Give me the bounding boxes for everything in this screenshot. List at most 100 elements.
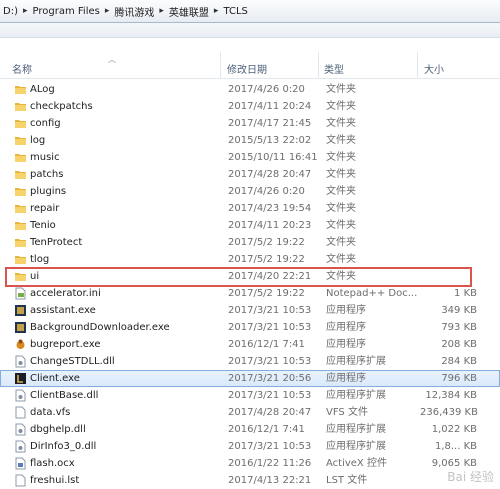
file-row[interactable]: music 2015/10/11 16:41 文件夹: [0, 149, 500, 166]
file-type: 文件夹: [326, 220, 356, 231]
column-divider[interactable]: [220, 52, 221, 78]
file-date: 2017/5/2 19:22: [228, 254, 305, 265]
file-row[interactable]: TenProtect 2017/5/2 19:22 文件夹: [0, 234, 500, 251]
ocx-icon: [15, 457, 26, 470]
folder-icon: [15, 222, 26, 230]
header-name[interactable]: 名称: [12, 61, 32, 76]
folder-icon: [15, 205, 26, 213]
file-type: VFS 文件: [326, 407, 368, 418]
header-date[interactable]: 修改日期: [227, 61, 267, 76]
file-type: 应用程序: [326, 339, 366, 350]
file-row[interactable]: DirInfo3_0.dll 2017/3/21 10:53 应用程序扩展 1,8..…: [0, 438, 500, 455]
file-date: 2017/4/23 19:54: [228, 203, 312, 214]
file-row[interactable]: config 2017/4/17 21:45 文件夹: [0, 115, 500, 132]
file-name: checkpatchs: [30, 101, 93, 112]
file-size: 236,439 KB: [420, 407, 478, 418]
file-name: assistant.exe: [30, 305, 96, 316]
file-date: 2017/4/17 21:45: [228, 118, 312, 129]
file-type: 应用程序: [326, 322, 366, 333]
breadcrumb-separator-icon[interactable]: ▸: [21, 6, 30, 16]
file-name: patchs: [30, 169, 64, 180]
file-date: 2016/12/1 7:41: [228, 424, 305, 435]
folder-icon: [15, 188, 26, 196]
file-type: LST 文件: [326, 475, 368, 486]
file-date: 2017/4/11 20:23: [228, 220, 312, 231]
file-date: 2017/3/21 10:53: [228, 305, 312, 316]
file-date: 2017/4/26 0:20: [228, 186, 305, 197]
file-name: BackgroundDownloader.exe: [30, 322, 170, 333]
file-name: plugins: [30, 186, 67, 197]
file-date: 2017/3/21 20:56: [228, 373, 312, 384]
file-size: 208 KB: [441, 339, 477, 350]
file-row[interactable]: flash.ocx 2016/1/22 11:26 ActiveX 控件 9,065 …: [0, 455, 500, 472]
exe-icon: [15, 305, 26, 316]
file-type: 文件夹: [326, 118, 356, 129]
file-size: 796 KB: [441, 373, 477, 384]
file-name: Tenio: [30, 220, 56, 231]
breadcrumb-item[interactable]: Program Files: [30, 6, 103, 17]
breadcrumb-item[interactable]: 腾讯游戏: [111, 4, 157, 19]
file-size: 349 KB: [441, 305, 477, 316]
file-row[interactable]: Client.exe 2017/3/21 20:56 应用程序 796 KB: [0, 370, 500, 387]
file-row[interactable]: Tenio 2017/4/11 20:23 文件夹: [0, 217, 500, 234]
dll-icon: [15, 423, 26, 436]
file-size: 12,384 KB: [425, 390, 477, 401]
breadcrumb-item[interactable]: 英雄联盟: [166, 4, 212, 19]
breadcrumb-separator-icon[interactable]: ▸: [103, 6, 112, 16]
file-name: tlog: [30, 254, 50, 265]
header-size[interactable]: 大小: [424, 61, 444, 76]
file-date: 2017/4/13 22:21: [228, 475, 312, 486]
file-row[interactable]: ALog 2017/4/26 0:20 文件夹: [0, 81, 500, 98]
file-row[interactable]: patchs 2017/4/28 20:47 文件夹: [0, 166, 500, 183]
file-row[interactable]: data.vfs 2017/4/28 20:47 VFS 文件 236,439 KB: [0, 404, 500, 421]
file-date: 2017/4/28 20:47: [228, 169, 312, 180]
file-icon: [15, 406, 26, 419]
watermark: Bai 经验: [447, 470, 494, 484]
folder-icon: [15, 103, 26, 111]
column-header: ︿ 名称 修改日期 类型 大小: [0, 52, 500, 79]
column-divider[interactable]: [417, 52, 418, 78]
file-type: 应用程序扩展: [326, 441, 386, 452]
file-row[interactable]: bugreport.exe 2016/12/1 7:41 应用程序 208 KB: [0, 336, 500, 353]
file-type: 文件夹: [326, 84, 356, 95]
file-type: 文件夹: [326, 169, 356, 180]
header-type[interactable]: 类型: [324, 61, 344, 76]
file-name: ChangeSTDLL.dll: [30, 356, 115, 367]
exe-icon: [15, 322, 26, 333]
file-row[interactable]: ClientBase.dll 2017/3/21 10:53 应用程序扩展 12,38…: [0, 387, 500, 404]
file-date: 2017/5/2 19:22: [228, 237, 305, 248]
file-type: 文件夹: [326, 237, 356, 248]
folder-icon: [15, 239, 26, 247]
file-type: 文件夹: [326, 186, 356, 197]
file-name: accelerator.ini: [30, 288, 101, 299]
file-name: bugreport.exe: [30, 339, 101, 350]
file-size: 1,8... KB: [434, 441, 477, 452]
file-type: 文件夹: [326, 101, 356, 112]
breadcrumb-separator-icon[interactable]: ▸: [212, 6, 221, 16]
breadcrumb-item[interactable]: TCLS: [220, 6, 250, 17]
file-row[interactable]: ChangeSTDLL.dll 2017/3/21 10:53 应用程序扩展 284 …: [0, 353, 500, 370]
file-row[interactable]: repair 2017/4/23 19:54 文件夹: [0, 200, 500, 217]
file-row[interactable]: plugins 2017/4/26 0:20 文件夹: [0, 183, 500, 200]
file-type: 应用程序扩展: [326, 424, 386, 435]
file-type: ActiveX 控件: [326, 458, 387, 469]
file-row[interactable]: dbghelp.dll 2016/12/1 7:41 应用程序扩展 1,022 KB: [0, 421, 500, 438]
file-row[interactable]: BackgroundDownloader.exe 2017/3/21 10:53 应…: [0, 319, 500, 336]
file-row[interactable]: log 2015/5/13 22:02 文件夹: [0, 132, 500, 149]
file-type: Notepad++ Doc...: [326, 288, 418, 299]
file-type: 应用程序扩展: [326, 356, 386, 367]
breadcrumb: D:) ▸ Program Files ▸ 腾讯游戏 ▸ 英雄联盟 ▸ TCLS: [0, 2, 500, 20]
file-row[interactable]: checkpatchs 2017/4/11 20:24 文件夹: [0, 98, 500, 115]
file-row[interactable]: tlog 2017/5/2 19:22 文件夹: [0, 251, 500, 268]
file-row[interactable]: freshui.lst 2017/4/13 22:21 LST 文件: [0, 472, 500, 489]
address-bar[interactable]: D:) ▸ Program Files ▸ 腾讯游戏 ▸ 英雄联盟 ▸ TCLS: [0, 0, 500, 23]
file-date: 2016/12/1 7:41: [228, 339, 305, 350]
file-size: 793 KB: [441, 322, 477, 333]
breadcrumb-item[interactable]: D:): [0, 6, 21, 17]
file-row[interactable]: accelerator.ini 2017/5/2 19:22 Notepad++ D…: [0, 285, 500, 302]
file-row[interactable]: assistant.exe 2017/3/21 10:53 应用程序 349 KB: [0, 302, 500, 319]
file-name: log: [30, 135, 46, 146]
column-divider[interactable]: [318, 52, 319, 78]
bug-exe-icon: [16, 339, 25, 349]
breadcrumb-separator-icon[interactable]: ▸: [157, 6, 166, 16]
